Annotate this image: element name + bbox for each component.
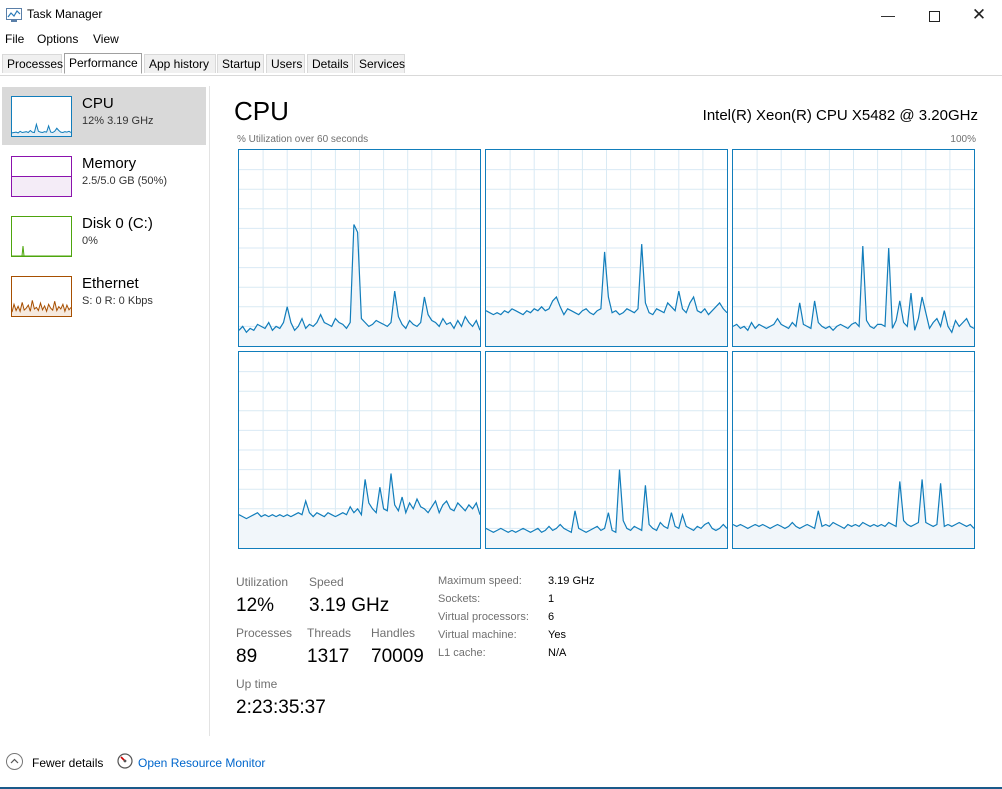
thumbnail-border — [11, 216, 72, 257]
close-icon: ✕ — [971, 5, 987, 24]
detail-label: Virtual machine: — [438, 629, 517, 641]
sidebar-item-label: Memory — [82, 155, 137, 172]
footer-divider — [0, 744, 1002, 745]
maximize-button[interactable] — [911, 0, 957, 30]
sidebar-item-label: Ethernet — [82, 275, 139, 292]
detail-label: Sockets: — [438, 593, 481, 605]
chevron-up-icon[interactable] — [6, 753, 23, 770]
sidebar-item-value: 0% — [82, 235, 98, 247]
open-resource-monitor-link[interactable]: Open Resource Monitor — [138, 756, 265, 770]
tab-performance[interactable]: Performance — [64, 53, 142, 74]
utilization-value: 12% — [236, 595, 275, 616]
cpu-graph-5 — [732, 351, 975, 549]
sidebar-item-memory[interactable]: Memory 2.5/5.0 GB (50%) — [2, 147, 206, 205]
disk-thumbnail — [11, 216, 72, 257]
detail-value: N/A — [548, 647, 567, 659]
cpu-graph-3 — [238, 351, 481, 549]
sidebar-item-cpu[interactable]: CPU 12% 3.19 GHz — [2, 87, 206, 145]
tab-processes[interactable]: Processes — [2, 54, 63, 73]
tab-app-history[interactable]: App history — [144, 54, 216, 73]
graph-label: % Utilization over 60 seconds — [237, 134, 369, 145]
handles-label: Handles — [371, 626, 416, 640]
task-manager-icon — [6, 8, 22, 22]
graph-max-label: 100% — [950, 134, 976, 145]
threads-value: 1317 — [307, 646, 350, 667]
detail-value: 1 — [548, 593, 555, 605]
minimize-icon: — — [881, 7, 895, 23]
thumbnail-border — [11, 96, 72, 137]
cpu-graph-2 — [732, 149, 975, 347]
sidebar-item-label: Disk 0 (C:) — [82, 215, 153, 232]
speed-label: Speed — [309, 575, 344, 589]
tab-details[interactable]: Details — [307, 54, 353, 73]
cpu-graph-0 — [238, 149, 481, 347]
resource-monitor-icon[interactable] — [117, 753, 133, 769]
cpu-graph-4 — [485, 351, 728, 549]
threads-label: Threads — [307, 626, 352, 640]
tab-startup[interactable]: Startup — [217, 54, 264, 73]
uptime-value: 2:23:35:37 — [236, 697, 326, 718]
sidebar-item-value: 12% 3.19 GHz — [82, 115, 154, 127]
utilization-label: Utilization — [236, 575, 289, 589]
cpu-thumbnail — [11, 96, 72, 137]
detail-value: Yes — [548, 629, 566, 641]
menu-file[interactable]: File — [5, 32, 24, 46]
memory-usage-fill — [12, 176, 71, 196]
tab-services[interactable]: Services — [354, 54, 405, 73]
sidebar-item-ethernet[interactable]: Ethernet S: 0 R: 0 Kbps — [2, 267, 206, 325]
memory-thumbnail — [11, 156, 72, 197]
title-bar — [0, 0, 1002, 30]
uptime-label: Up time — [236, 677, 278, 691]
menu-options[interactable]: Options — [37, 32, 78, 46]
handles-value: 70009 — [371, 646, 424, 667]
detail-value: 6 — [548, 611, 555, 623]
tab-users[interactable]: Users — [266, 54, 305, 73]
detail-label: Maximum speed: — [438, 575, 522, 587]
maximize-icon — [928, 10, 940, 22]
processes-label: Processes — [236, 626, 293, 640]
window-title: Task Manager — [27, 7, 103, 21]
minimize-button[interactable]: — — [865, 0, 911, 30]
sidebar-item-value: S: 0 R: 0 Kbps — [82, 295, 153, 307]
sidebar-item-value: 2.5/5.0 GB (50%) — [82, 175, 167, 187]
cpu-model: Intel(R) Xeon(R) CPU X5482 @ 3.20GHz — [702, 107, 978, 124]
speed-value: 3.19 GHz — [309, 595, 390, 616]
sidebar-divider — [209, 86, 210, 736]
processes-value: 89 — [236, 646, 258, 667]
page-title: CPU — [234, 96, 289, 126]
detail-value: 3.19 GHz — [548, 575, 595, 587]
fewer-details-button[interactable]: Fewer details — [32, 756, 103, 770]
close-button[interactable]: ✕ — [956, 0, 1002, 30]
cpu-graph-1 — [485, 149, 728, 347]
sidebar-item-disk[interactable]: Disk 0 (C:) 0% — [2, 207, 206, 265]
ethernet-thumbnail — [11, 276, 72, 317]
detail-label: L1 cache: — [438, 647, 486, 659]
menu-view[interactable]: View — [93, 32, 119, 46]
sidebar-item-label: CPU — [82, 95, 114, 112]
detail-label: Virtual processors: — [438, 611, 529, 623]
